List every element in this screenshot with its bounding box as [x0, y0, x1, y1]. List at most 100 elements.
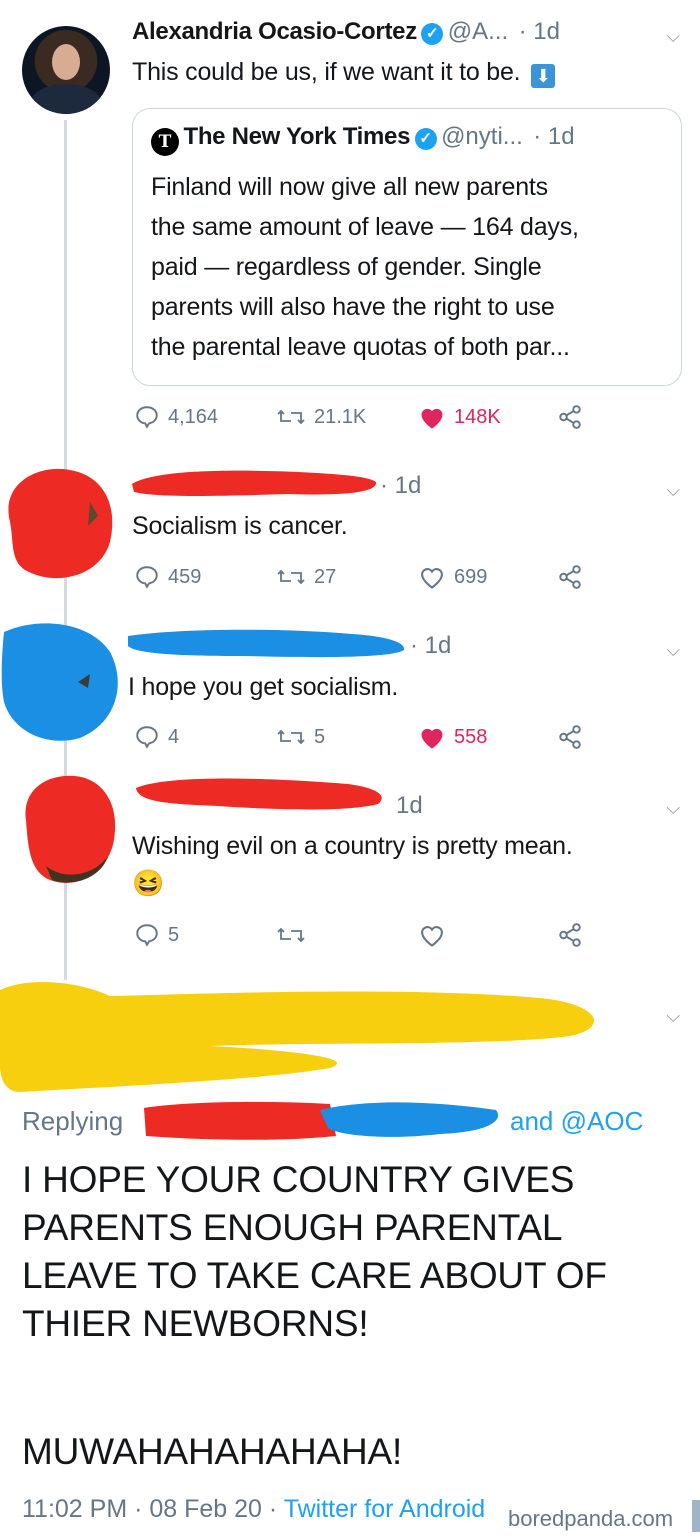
scrollbar[interactable] — [692, 1500, 700, 1532]
reply-icon — [136, 566, 158, 589]
quoted-header: T The New York Times ✓ @nyti... · 1d — [151, 123, 575, 156]
reply-button[interactable]: 459 — [134, 564, 201, 590]
quoted-line: Finland will now give all new parents — [151, 173, 548, 201]
share-button[interactable] — [556, 404, 584, 430]
retweet-count: 27 — [314, 565, 337, 588]
share-button[interactable] — [556, 922, 584, 948]
reply-line: LEAVE TO TAKE CARE ABOUT OF — [22, 1255, 607, 1296]
mention-link[interactable]: and @AOC — [510, 1106, 643, 1137]
tweet-meta: 11:02 PM · 08 Feb 20 · Twitter for Andro… — [22, 1495, 485, 1524]
share-icon — [559, 565, 581, 589]
redacted-avatar — [25, 775, 116, 883]
nyt-logo-icon: T — [151, 128, 179, 156]
reply-count: 4 — [168, 725, 180, 748]
retweet-icon — [277, 729, 305, 745]
tweet-timestamp: 11:02 PM · 08 Feb 20 · — [22, 1495, 284, 1523]
watermark: boredpanda.com — [508, 1506, 674, 1531]
main-tweet-actions: 4,164 21.1K 148K — [134, 404, 594, 438]
like-button[interactable]: 558 — [418, 724, 487, 750]
like-count: 699 — [454, 565, 488, 588]
author-handle[interactable]: @A... — [448, 18, 508, 45]
verified-badge-icon: ✓ — [421, 23, 444, 45]
tweet-text: This could be us, if we want it to be. — [132, 58, 521, 86]
tweet-time: · 1d — [518, 18, 560, 45]
redacted-name — [128, 629, 405, 658]
reply-icon — [136, 406, 158, 429]
chevron-down-icon[interactable]: ⌵ — [666, 798, 680, 819]
retweet-icon — [277, 927, 305, 943]
quoted-handle: @nyti... — [441, 123, 523, 150]
quoted-author: The New York Times — [183, 123, 411, 150]
reply-actions: 4 5 558 — [134, 724, 594, 758]
reply-text: I hope you get socialism. — [128, 673, 399, 701]
main-tweet-text: This could be us, if we want it to be. ⬇ — [132, 52, 556, 92]
reply-count: 459 — [168, 565, 202, 588]
redacted-name — [132, 470, 377, 496]
laughing-emoji: 😆 — [132, 868, 165, 898]
redacted-mentions — [144, 1101, 499, 1140]
redacted-author — [0, 982, 594, 1092]
quoted-line: the same amount of leave — 164 days, — [151, 213, 579, 241]
reply-time: 1d — [396, 792, 423, 819]
heart-filled-icon — [421, 728, 443, 749]
reply-actions: 5 — [134, 922, 594, 956]
like-count: 558 — [454, 725, 488, 748]
avatar-shirt — [30, 84, 102, 114]
heart-filled-icon — [421, 408, 443, 429]
reply-line: THIER NEWBORNS! — [22, 1303, 369, 1344]
share-icon — [559, 923, 581, 947]
heart-icon — [421, 926, 443, 947]
retweet-count: 5 — [314, 725, 326, 748]
share-button[interactable] — [556, 564, 584, 590]
reply-line: I HOPE YOUR COUNTRY GIVES — [22, 1159, 575, 1200]
quoted-line: paid — regardless of gender. Single — [151, 253, 542, 281]
reply-button[interactable]: 4,164 — [134, 404, 218, 430]
avatar[interactable] — [22, 26, 110, 114]
redacted-avatar — [8, 468, 113, 579]
reply-text: Wishing evil on a country is pretty mean… — [132, 832, 573, 860]
reply-text: Socialism is cancer. — [132, 512, 348, 540]
replying-to: Replying — [22, 1106, 123, 1137]
chevron-down-icon[interactable]: ⌵ — [666, 1006, 680, 1027]
retweet-button[interactable]: 27 — [276, 564, 336, 590]
like-count: 148K — [454, 405, 501, 428]
avatar-face — [52, 44, 80, 80]
share-button[interactable] — [556, 724, 584, 750]
replying-label: Replying — [22, 1106, 124, 1136]
reply-icon — [136, 924, 158, 947]
like-button[interactable]: 699 — [418, 564, 487, 590]
quoted-text: Finland will now give all new parents th… — [151, 167, 579, 367]
quoted-line: the parental leave quotas of both par... — [151, 333, 570, 361]
retweet-icon — [277, 569, 305, 585]
reply-count: 5 — [168, 923, 180, 946]
share-icon — [559, 725, 581, 749]
author-name[interactable]: Alexandria Ocasio-Cortez — [132, 18, 417, 45]
reply-actions: 459 27 699 — [134, 564, 594, 598]
share-icon — [559, 405, 581, 429]
client-link[interactable]: Twitter for Android — [284, 1495, 485, 1523]
reply-count: 4,164 — [168, 405, 219, 428]
retweet-button[interactable] — [276, 922, 306, 948]
like-button[interactable] — [418, 922, 446, 948]
quoted-tweet-card[interactable]: T The New York Times ✓ @nyti... · 1d Fin… — [132, 108, 682, 386]
chevron-down-icon[interactable]: ⌵ — [666, 480, 680, 501]
final-reply-exclamation: MUWAHAHAHAHAHA! — [22, 1431, 403, 1472]
reply-line: PARENTS ENOUGH PARENTAL — [22, 1207, 563, 1248]
retweet-button[interactable]: 21.1K — [276, 404, 366, 430]
chevron-down-icon[interactable]: ⌵ — [666, 640, 680, 661]
retweet-icon — [277, 409, 305, 425]
reply-button[interactable]: 5 — [134, 922, 179, 948]
down-arrow-icon: ⬇ — [531, 64, 556, 88]
redacted-name — [136, 778, 382, 810]
like-button[interactable]: 148K — [418, 404, 501, 430]
reply-button[interactable]: 4 — [134, 724, 179, 750]
reply-time: · 1d — [380, 472, 422, 499]
redacted-avatar — [1, 623, 118, 741]
heart-icon — [421, 568, 443, 589]
quoted-time: · 1d — [533, 123, 575, 150]
retweet-button[interactable]: 5 — [276, 724, 325, 750]
chevron-down-icon[interactable]: ⌵ — [666, 26, 680, 47]
main-tweet-header: Alexandria Ocasio-Cortez ✓ @A... · 1d — [132, 18, 560, 46]
reply-time: · 1d — [410, 632, 452, 659]
reply-icon — [136, 726, 158, 749]
